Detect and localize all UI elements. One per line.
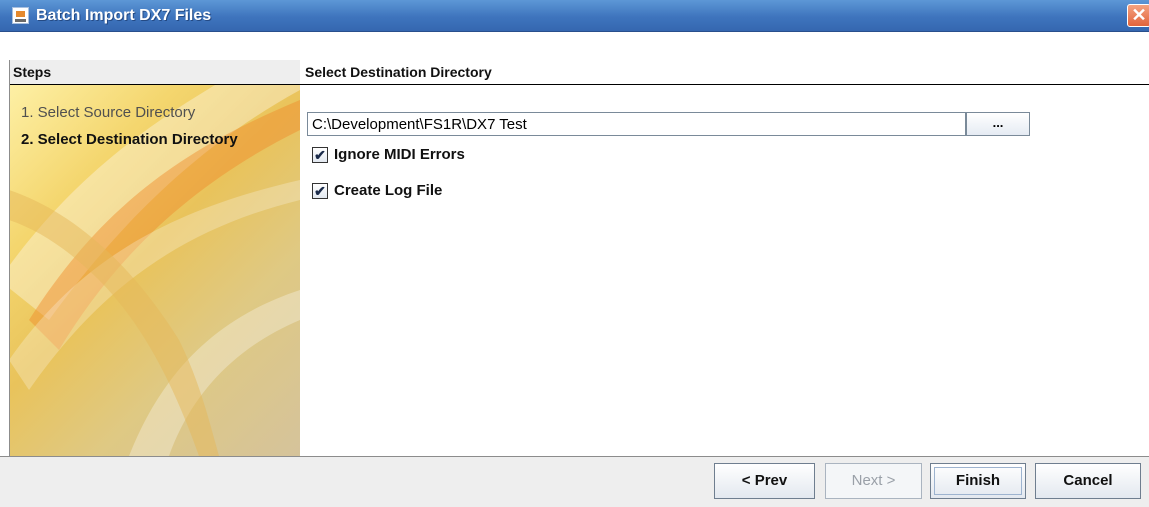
close-icon: ✕ (1131, 5, 1147, 25)
create-log-file-checkbox[interactable]: ✔ (312, 183, 328, 199)
next-button[interactable]: Next > (825, 463, 922, 499)
finish-button[interactable]: Finish (930, 463, 1026, 499)
title-bar: Batch Import DX7 Files ✕ (0, 0, 1149, 32)
left-border (9, 60, 10, 456)
java-icon (12, 7, 29, 24)
cancel-button[interactable]: Cancel (1035, 463, 1141, 499)
close-button[interactable]: ✕ (1127, 4, 1149, 27)
destination-header: Select Destination Directory (300, 60, 1149, 85)
prev-button[interactable]: < Prev (714, 463, 815, 499)
create-log-file-label: Create Log File (334, 182, 443, 199)
window-title: Batch Import DX7 Files (36, 7, 212, 24)
browse-button[interactable]: ... (966, 112, 1030, 136)
steps-header: Steps (9, 60, 300, 85)
ignore-midi-errors-label: Ignore MIDI Errors (334, 146, 465, 163)
ignore-midi-errors-checkbox[interactable]: ✔ (312, 147, 328, 163)
destination-title: Select Destination Directory (305, 64, 492, 80)
destination-path-input[interactable] (307, 112, 966, 136)
steps-title: Steps (13, 64, 52, 80)
step-select-source: 1. Select Source Directory (21, 104, 196, 121)
step-select-destination: 2. Select Destination Directory (21, 131, 238, 148)
